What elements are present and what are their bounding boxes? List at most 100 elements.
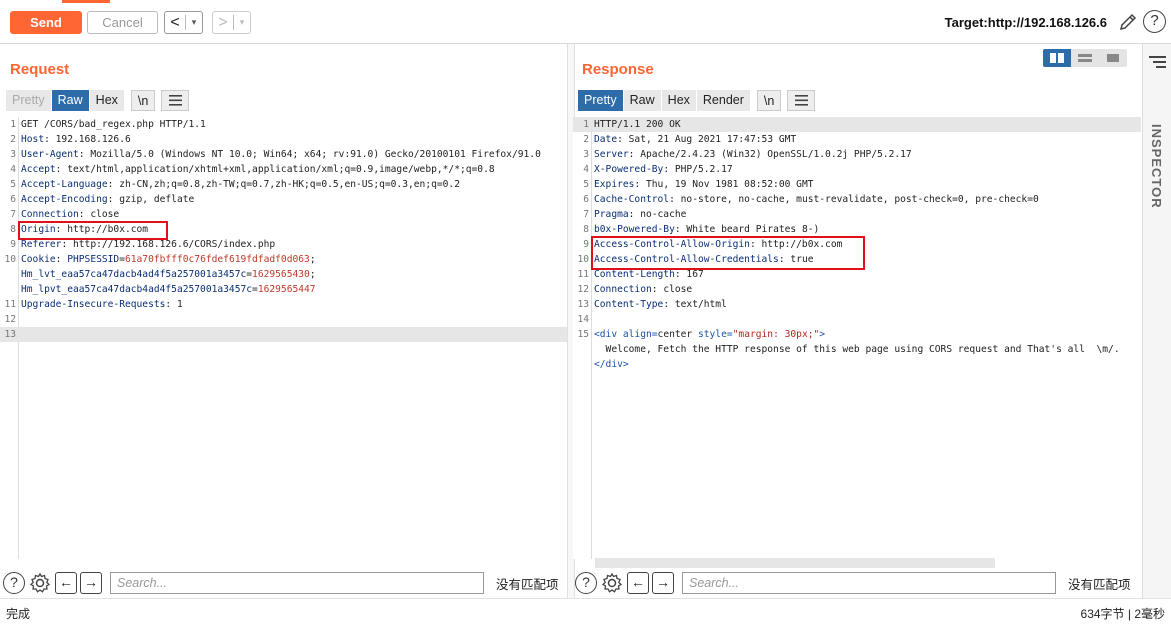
line-number: 15 xyxy=(577,329,589,340)
code-text: HTTP/1.1 200 OK xyxy=(594,119,681,130)
code-text: Cookie: PHPSESSID=61a70fbfff0c76fdef619f… xyxy=(21,254,316,265)
previous-match-button[interactable]: ← xyxy=(55,572,77,594)
cors-headers-highlight-box xyxy=(591,236,865,270)
line-number: 2 xyxy=(583,134,589,145)
forward-arrow-icon: > xyxy=(218,14,228,31)
response-size-time: 634字节 | 2毫秒 xyxy=(1080,607,1165,621)
code-line: 3 User-Agent: Mozilla/5.0 (Windows NT 10.… xyxy=(0,147,567,162)
menu-icon[interactable] xyxy=(161,90,190,111)
chevron-down-icon[interactable]: ▾ xyxy=(186,17,202,28)
code-text: </div> xyxy=(594,359,629,370)
request-editor[interactable]: 1 GET /CORS/bad_regex.php HTTP/1.1 2 Host: … xyxy=(0,117,567,559)
code-line: 7 Pragma: no-cache xyxy=(573,207,1141,222)
help-icon[interactable]: ? xyxy=(1143,10,1166,33)
code-line: 12 Connection: close xyxy=(573,282,1141,297)
inspector-label[interactable]: INSPECTOR xyxy=(1149,124,1164,209)
response-editor[interactable]: 1 HTTP/1.1 200 OK 2 Date: Sat, 21 Aug 2021 … xyxy=(573,117,1141,559)
request-search-bar: ? ← → Search... 没有匹配项 xyxy=(3,570,559,596)
help-icon[interactable]: ? xyxy=(3,572,25,594)
menu-icon[interactable] xyxy=(787,90,816,111)
send-button[interactable]: Send xyxy=(10,11,82,34)
line-number: 5 xyxy=(583,179,589,190)
response-search-bar: ? ← → Search... 没有匹配项 xyxy=(575,570,1131,596)
code-text: Expires: Thu, 19 Nov 1981 08:52:00 GMT xyxy=(594,179,814,190)
tab-render[interactable]: Render xyxy=(696,90,751,111)
tab-hex[interactable]: Hex xyxy=(661,90,697,111)
target-label[interactable]: Target:http://192.168.126.6 xyxy=(945,15,1107,30)
tabs-layout-icon[interactable] xyxy=(1099,49,1127,67)
code-line: 1 HTTP/1.1 200 OK xyxy=(573,117,1141,132)
code-line: 8 b0x-Powered-By: White beard Pirates 8-) xyxy=(573,222,1141,237)
line-number: 11 xyxy=(577,269,589,280)
inspector-sidebar[interactable]: INSPECTOR xyxy=(1142,44,1171,598)
split-horizontal-icon[interactable] xyxy=(1043,49,1071,67)
line-number: 3 xyxy=(583,149,589,160)
code-line: 14 xyxy=(573,312,1141,327)
tab-hex[interactable]: Hex xyxy=(89,90,125,111)
request-title: Request xyxy=(10,61,70,78)
status-text: 完成 xyxy=(6,607,31,621)
previous-match-button[interactable]: ← xyxy=(627,572,649,594)
origin-highlight-box xyxy=(18,221,168,240)
active-tab-indicator xyxy=(62,0,110,3)
line-number: 9 xyxy=(10,239,16,250)
tab-raw[interactable]: Raw xyxy=(623,90,662,111)
code-line: 4 Accept: text/html,application/xhtml+xml… xyxy=(0,162,567,177)
gear-icon[interactable] xyxy=(29,572,51,594)
request-search-input[interactable]: Search... xyxy=(110,572,484,594)
pencil-icon[interactable] xyxy=(1118,12,1138,32)
code-line: Welcome, Fetch the HTTP response of this… xyxy=(573,342,1141,357)
tab-pretty[interactable]: Pretty xyxy=(6,90,52,111)
code-line: 5 Expires: Thu, 19 Nov 1981 08:52:00 GMT xyxy=(573,177,1141,192)
line-number: 13 xyxy=(4,329,16,340)
request-view-tabs: Pretty Raw Hex \n xyxy=(6,90,190,111)
code-text: Host: 192.168.126.6 xyxy=(21,134,131,145)
history-forward-button[interactable]: > ▾ xyxy=(212,11,251,34)
code-text: Cache-Control: no-store, no-cache, must-… xyxy=(594,194,1039,205)
line-number: 8 xyxy=(583,224,589,235)
code-line: 6 Accept-Encoding: gzip, deflate xyxy=(0,192,567,207)
line-number: 3 xyxy=(10,149,16,160)
code-text: Pragma: no-cache xyxy=(594,209,687,220)
split-vertical-icon[interactable] xyxy=(1071,49,1099,67)
line-number: 7 xyxy=(583,209,589,220)
code-line: 13 xyxy=(0,327,567,342)
chevron-down-icon[interactable]: ▾ xyxy=(234,17,250,28)
response-title: Response xyxy=(582,61,654,78)
code-text: Accept: text/html,application/xhtml+xml,… xyxy=(21,164,495,175)
next-match-button[interactable]: → xyxy=(652,572,674,594)
request-match-count: 没有匹配项 xyxy=(496,577,559,592)
line-number: 1 xyxy=(583,119,589,130)
line-number: 12 xyxy=(4,314,16,325)
code-line: 2 Date: Sat, 21 Aug 2021 17:47:53 GMT xyxy=(573,132,1141,147)
gear-icon[interactable] xyxy=(601,572,623,594)
code-text: Accept-Encoding: gzip, deflate xyxy=(21,194,195,205)
top-toolbar: Send Cancel < ▾ > ▾ Target:http://192.16… xyxy=(0,0,1171,44)
code-line: 12 xyxy=(0,312,567,327)
inspector-menu-icon[interactable] xyxy=(1149,56,1166,71)
tab-newline-toggle[interactable]: \n xyxy=(130,90,156,111)
code-line: 6 Cache-Control: no-store, no-cache, must… xyxy=(573,192,1141,207)
line-number: 4 xyxy=(10,164,16,175)
code-text: Date: Sat, 21 Aug 2021 17:47:53 GMT xyxy=(594,134,797,145)
line-number: 14 xyxy=(577,314,589,325)
code-line: 2 Host: 192.168.126.6 xyxy=(0,132,567,147)
code-line: 7 Connection: close xyxy=(0,207,567,222)
horizontal-scrollbar[interactable] xyxy=(595,558,995,568)
tab-raw[interactable]: Raw xyxy=(51,90,90,111)
code-line: Hm_lvt_eaa57ca47dacb4ad4f5a257001a3457c=… xyxy=(0,267,567,282)
code-text: <div align=center style="margin: 30px;"> xyxy=(594,329,826,340)
code-line: 3 Server: Apache/2.4.23 (Win32) OpenSSL/1… xyxy=(573,147,1141,162)
code-line: 1 GET /CORS/bad_regex.php HTTP/1.1 xyxy=(0,117,567,132)
cancel-button[interactable]: Cancel xyxy=(87,11,158,34)
code-text: Content-Type: text/html xyxy=(594,299,727,310)
next-match-button[interactable]: → xyxy=(80,572,102,594)
tab-pretty[interactable]: Pretty xyxy=(578,90,624,111)
status-bar: 完成 634字节 | 2毫秒 xyxy=(0,598,1171,625)
help-icon[interactable]: ? xyxy=(575,572,597,594)
code-line: 13 Content-Type: text/html xyxy=(573,297,1141,312)
response-search-input[interactable]: Search... xyxy=(682,572,1056,594)
history-back-button[interactable]: < ▾ xyxy=(164,11,203,34)
back-arrow-icon: < xyxy=(170,14,180,31)
tab-newline-toggle[interactable]: \n xyxy=(756,90,782,111)
